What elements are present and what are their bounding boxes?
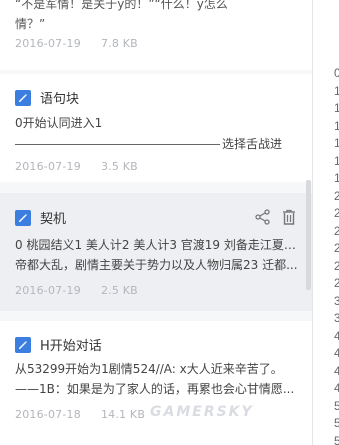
note-date: 2016-07-19 [15, 160, 81, 173]
editor-line-text: 2 [334, 258, 339, 273]
note-preview-line1: 0开始认同进入1 [15, 116, 103, 130]
editor-line-text: 1 [334, 83, 339, 98]
editor-line-text: 1 [334, 101, 339, 115]
note-size: 2.5 KB [100, 284, 138, 297]
editor-line-text: 5 [334, 433, 339, 445]
note-meta: 2016-07-19 2.5 KB [15, 283, 138, 299]
note-preview-line1: 从53299开始为1剧情524//A: x大人近来辛苦了。 [15, 362, 283, 376]
editor-line-text: 1 [334, 171, 339, 185]
note-preview-line2: 选择舌战进 [15, 134, 298, 154]
note-size: 7.8 KB [100, 37, 138, 50]
note-actions [254, 208, 298, 228]
note-date: 2016-07-19 [15, 37, 81, 50]
note-date: 2016-07-18 [15, 408, 81, 421]
note-title: H开始对话 [40, 339, 102, 354]
note-icon [15, 90, 31, 106]
separator-line [15, 144, 220, 145]
editor-line-text: 3 [334, 293, 339, 308]
list-scrollbar[interactable] [306, 180, 311, 290]
editor-line-text: 4 [334, 363, 339, 378]
note-size: 3.5 KB [100, 160, 138, 173]
editor-line-text: 2 [334, 188, 339, 203]
note-meta: 2016-07-19 7.8 KB [15, 36, 138, 52]
note-meta: 2016-07-18 14.1 KB [15, 407, 145, 423]
note-preview-line2: 帝都大乱，剧情主要关于势力以及人物归属23 迁都... [15, 258, 298, 272]
editor-line-text: 4 [334, 328, 339, 343]
note-preview-line1: 0 桃园结义1 美人计2 美人计3 官渡19 刘备走江夏22 [15, 238, 298, 252]
note-card[interactable]: H开始对话 从53299开始为1剧情524//A: x大人近来辛苦了。 ——1B… [0, 321, 312, 445]
note-card[interactable]: “不是军情！是关于y的！”“什么！y怎么 情？” 2016-07-19 7.8 K… [0, 0, 312, 70]
editor-line-text: 4 [334, 381, 339, 395]
watermark: GAMERSKY [150, 404, 254, 420]
editor-line-text: 1 [334, 136, 339, 150]
note-list: “不是军情！是关于y的！”“什么！y怎么 情？” 2016-07-19 7.8 K… [0, 0, 312, 445]
trash-icon[interactable] [280, 208, 298, 226]
note-preview-line2: 情？” [15, 17, 46, 31]
editor-line-text: 1 [334, 118, 339, 133]
editor-line-text: 2 [334, 223, 339, 238]
note-date: 2016-07-19 [15, 284, 81, 297]
note-title: 语句块 [40, 92, 80, 107]
editor-line-text: 3 [334, 311, 339, 325]
editor-line-text: 1 [334, 153, 339, 168]
note-preview-line2: ——1B：如果是为了家人的话，再累也会心甘情愿... [15, 382, 295, 396]
note-meta: 2016-07-19 3.5 KB [15, 159, 138, 175]
note-size: 14.1 KB [100, 408, 146, 421]
note-card[interactable]: 语句块 0开始认同进入1 选择舌战进 2016-07-19 3.5 KB [0, 74, 312, 182]
note-card-selected[interactable]: 契机 0 桃园结义1 美人计2 美人计3 官渡19 刘备走江夏22 帝都大乱，剧… [0, 193, 312, 311]
share-icon[interactable] [254, 208, 272, 226]
note-icon [15, 337, 31, 353]
editor-line-text: 5 [334, 398, 339, 413]
editor-line-text: 2 [334, 276, 339, 290]
editor-line-text: 2 [334, 206, 339, 220]
note-preview-line1: “不是军情！是关于y的！”“什么！y怎么 [15, 0, 228, 11]
editor-line-text: 5 [334, 416, 339, 430]
note-icon [15, 210, 31, 226]
editor-pane[interactable]: 0 1 1 1 1 1 1 2 2 2 2 2 2 3 3 4 4 4 4 5 5 5 [313, 0, 339, 445]
editor-line-text: 2 [334, 241, 339, 255]
editor-line-text: 4 [334, 346, 339, 360]
editor-line-text: 0 [334, 66, 339, 80]
note-title: 契机 [40, 212, 67, 227]
